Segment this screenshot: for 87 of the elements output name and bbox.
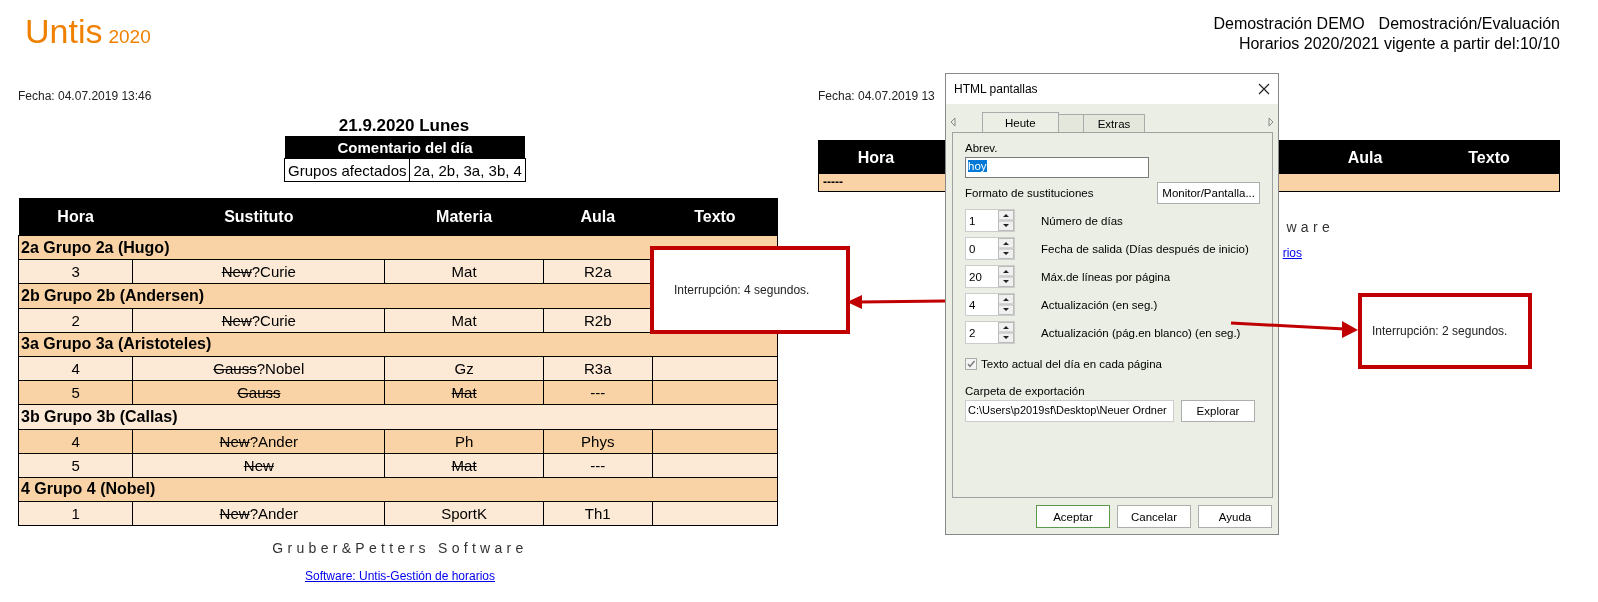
monitor-button[interactable]: Monitor/Pantalla...	[1157, 182, 1260, 204]
table-cell: New	[132, 453, 385, 478]
column-header: Aula	[543, 198, 653, 236]
number-field[interactable]: 2	[965, 321, 1015, 344]
group-header: 3a Grupo 3a (Aristoteles)	[18, 332, 778, 357]
print-date: Fecha: 04.07.2019 13:46	[18, 88, 152, 104]
table-cell: Mat	[384, 308, 544, 333]
window-title: HTML pantallas	[954, 82, 1038, 96]
table-cell: 2a, 2b, 3a, 3b, 4	[410, 158, 526, 182]
table-cell: 2	[18, 308, 133, 333]
print-date: Fecha: 04.07.2019 13	[818, 88, 935, 104]
table-cell: R3a	[543, 356, 653, 381]
column-header: Texto	[652, 198, 778, 236]
close-icon[interactable]	[1258, 83, 1270, 95]
browse-button[interactable]: Explorar	[1181, 400, 1255, 422]
table-cell: 5	[18, 453, 133, 478]
spinner-icon[interactable]	[998, 322, 1014, 343]
number-field[interactable]: 1	[965, 209, 1015, 232]
table-cell: New?Ander	[132, 429, 385, 454]
table-header: Comentario del día	[284, 136, 526, 159]
callout-box: Interrupción: 2 segundos.	[1358, 293, 1532, 369]
table-cell: 3	[18, 259, 133, 284]
checkbox-label: Texto actual del día en cada página	[981, 358, 1162, 370]
spinner-label: Máx.de líneas por página	[1041, 270, 1171, 283]
table-cell: New?Curie	[132, 308, 385, 333]
table-cell: New?Curie	[132, 259, 385, 284]
column-header: Hora	[18, 198, 133, 236]
school-name: Demostración DEMO	[1213, 14, 1365, 34]
table-cell: Ph	[384, 429, 544, 454]
scroll-right-icon[interactable]	[1268, 117, 1274, 127]
table-cell: Gauss	[132, 380, 385, 405]
scroll-left-icon[interactable]	[950, 117, 956, 127]
table-cell: New?Ander	[132, 501, 385, 526]
spinner-icon[interactable]	[998, 294, 1014, 315]
table-cell: Mat	[384, 259, 544, 284]
group-header: 3b Grupo 3b (Callas)	[18, 404, 778, 429]
group-header: 4 Grupo 4 (Nobel)	[18, 477, 778, 502]
column-header: Hora	[856, 148, 896, 167]
table-cell: SportK	[384, 501, 544, 526]
footer-text: Gruber&Petters Software	[272, 540, 528, 557]
spinner-label: Actualización (pág.en blanco) (en seg.)	[1041, 326, 1241, 339]
number-field[interactable]: 4	[965, 293, 1015, 316]
logo-version: 2020	[108, 26, 151, 48]
table-cell: ---	[543, 380, 653, 405]
logo-text: Untis	[25, 12, 103, 51]
table-cell: 4	[18, 356, 133, 381]
table-cell: 1	[18, 501, 133, 526]
spinner-icon[interactable]	[998, 238, 1014, 259]
tab[interactable]: Extras	[1082, 114, 1146, 132]
field-label: Carpeta de exportación	[965, 384, 1086, 398]
dialog-button[interactable]: Ayuda	[1198, 505, 1272, 528]
spinner-icon[interactable]	[998, 210, 1014, 231]
table-cell: Gauss?Nobel	[132, 356, 385, 381]
field-label: Abrev.	[965, 141, 999, 155]
table-cell: ---	[543, 453, 653, 478]
table-cell: 4	[18, 429, 133, 454]
table-cell: Gz	[384, 356, 544, 381]
number-field[interactable]: 0	[965, 237, 1015, 260]
spinner-label: Fecha de salida (Días después de inicio)	[1041, 242, 1249, 255]
group-header: 2a Grupo 2a (Hugo)	[18, 235, 778, 260]
column-header: Texto	[1467, 148, 1511, 167]
dialog-button[interactable]: Aceptar	[1036, 505, 1110, 528]
table-cell: Th1	[543, 501, 653, 526]
column-header: Sustituto	[132, 198, 385, 236]
number-field[interactable]: 20	[965, 265, 1015, 288]
day-title: 21.9.2020 Lunes	[338, 116, 470, 136]
spinner-icon[interactable]	[998, 266, 1014, 287]
spinner-label: Número de días	[1041, 214, 1123, 227]
table-cell: Mat	[384, 453, 544, 478]
software-link[interactable]: Software: Untis-Gestión de horarios	[304, 569, 496, 584]
software-link[interactable]: rios	[1282, 246, 1302, 260]
tab[interactable]: Heute	[982, 112, 1059, 132]
table-cell: Phys	[543, 429, 653, 454]
schedule-label: Horarios 2020/2021 vigente a partir del:10/10	[1238, 34, 1560, 54]
column-header: Materia	[384, 198, 544, 236]
dialog-button[interactable]: Cancelar	[1117, 505, 1191, 528]
table-cell: Mat	[384, 380, 544, 405]
spinner-label: Actualización (en seg.)	[1041, 298, 1158, 311]
abbreviation-field[interactable]: hoy	[965, 157, 1149, 178]
checkbox[interactable]	[965, 358, 977, 370]
callout-box: Interrupción: 4 segundos.	[650, 246, 850, 334]
table-cell: 5	[18, 380, 133, 405]
path-field[interactable]: C:\Users\p2019sf\Desktop\Neuer Ordner	[965, 400, 1174, 422]
column-header: Aula	[1346, 148, 1384, 167]
footer-text: ware	[1286, 219, 1334, 235]
table-cell: Grupos afectados	[284, 158, 410, 182]
license-label: Demostración/Evaluación	[1378, 14, 1560, 34]
